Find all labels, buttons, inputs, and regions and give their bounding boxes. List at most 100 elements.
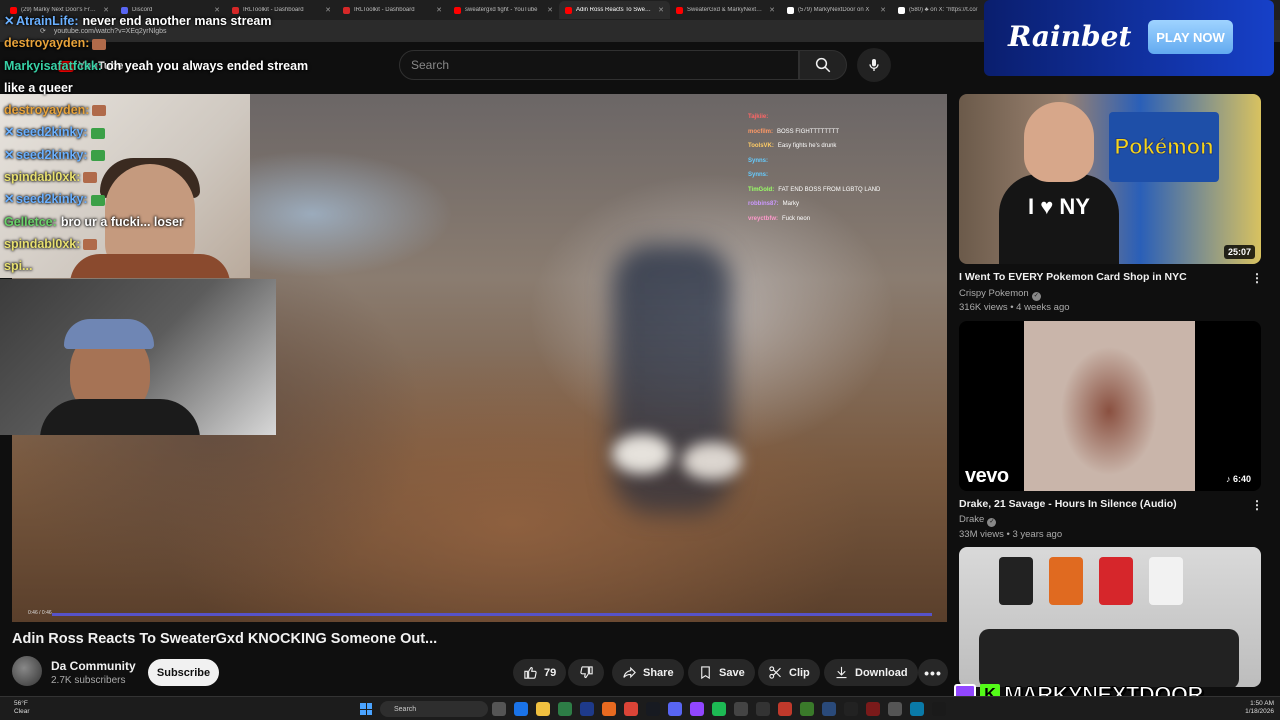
app-icon[interactable] [822,702,836,716]
chrome-icon[interactable] [624,702,638,716]
weather-widget[interactable]: 56°F Clear [14,700,30,716]
close-tab-icon[interactable]: ✕ [436,6,442,14]
obs-icon[interactable] [756,702,770,716]
chat-message: ✕ seed2kinky: [4,121,374,143]
taskbar-search[interactable]: Search [380,701,488,717]
more-actions-button[interactable]: ••• [918,659,948,686]
video-chat-username: Synns: [748,172,769,178]
taskbar-app-icons [492,702,946,716]
app-icon[interactable] [734,702,748,716]
share-button[interactable]: Share [612,659,684,686]
chat-text: like a queer [4,80,73,95]
browser-tab[interactable]: sweatergxd fight - YouTube ✕ [448,1,559,19]
play-now-button[interactable]: PLAY NOW [1148,20,1233,54]
subscribe-button[interactable]: Subscribe [148,659,219,686]
edge-icon[interactable] [514,702,528,716]
app-icon[interactable] [580,702,594,716]
download-button[interactable]: Download [824,659,918,686]
recommended-title[interactable]: Drake, 21 Savage - Hours In Silence (Aud… [959,498,1239,510]
dislike-button[interactable] [568,659,604,686]
thumbs-up-icon [524,666,537,679]
recommended-thumbnail[interactable] [959,547,1261,687]
chat-text: never end another mans stream [82,14,272,28]
chat-username: spindabl0xk: [4,236,81,251]
share-label: Share [643,666,674,679]
screen: (29) Marky Next Door's Fresh Pla✕Discord… [0,0,1280,720]
browser-tab[interactable]: Adin Ross Reacts To SweaterGxd ✕ [559,1,670,19]
app-icon[interactable] [602,702,616,716]
chat-message: destroyayden: [4,32,374,54]
stream-chat-overlay: ✕ AtrainLife: never end another mans strea… [4,10,374,278]
channel-avatar[interactable] [12,656,42,686]
like-button[interactable]: 79 [513,659,567,686]
verified-icon: ✓ [987,518,997,527]
chat-message: ✕ seed2kinky: [4,188,374,210]
video-chat-username: vreyctbfw: [748,215,779,222]
like-count: 79 [544,666,557,679]
webcam-person-cap [64,319,154,349]
video-progress-bar[interactable]: 0:46 / 0:46 [12,610,947,618]
app-icon[interactable] [910,702,924,716]
thumbnail-person [1024,102,1094,182]
voice-search-button[interactable] [857,48,891,82]
more-vertical-icon[interactable]: ⋮ [1251,271,1263,285]
recommended-thumbnail[interactable]: Pokémon I ♥ NY 25:07 [959,94,1261,264]
app-icon[interactable] [844,702,858,716]
video-duration: 25:07 [1223,245,1255,259]
taskbar-search-label: Search [394,705,417,713]
chat-message: spindabl0xk: [4,166,374,188]
channel-name[interactable]: Da Community [51,659,136,673]
thumbnail-jersey [999,557,1033,605]
recommended-thumbnail[interactable]: vevo ♪ 6:40 [959,321,1261,491]
app-icon[interactable] [778,702,792,716]
browser-tab[interactable]: (579) MarkyNextDoor on X ✕ [781,1,892,19]
search-input[interactable]: Search [399,50,799,80]
app-icon[interactable] [866,702,880,716]
more-vertical-icon[interactable]: ⋮ [1251,498,1263,512]
windows-start-icon[interactable] [360,703,372,715]
recommended-channel[interactable]: Drake ✓ [959,514,997,527]
close-tab-icon[interactable]: ✕ [658,6,664,14]
recommended-channel[interactable]: Crispy Pokemon ✓ [959,288,1041,301]
video-chat-text: Easy fights he's drunk [777,143,837,149]
app-icon[interactable] [800,702,814,716]
thumbnail-shop-sign-text: Pokémon [1114,134,1214,160]
save-button[interactable]: Save [688,659,755,686]
file-explorer-icon[interactable] [536,702,550,716]
video-chat-message: robbins87: Marky [748,197,947,212]
close-tab-icon[interactable]: ✕ [769,6,775,14]
thumbnail-vevo-logo: vevo [965,465,1009,487]
spotify-icon[interactable] [712,702,726,716]
video-chat-message: Synns: [748,154,947,169]
thumbnail-jersey [1049,557,1083,605]
discord-icon[interactable] [668,702,682,716]
video-chat-text: BOSS FIGHTTTTTTTT [777,128,840,135]
video-frame-shoe [612,434,672,474]
chat-text: bro ur a fucki... loser [60,214,184,229]
download-icon [836,666,847,679]
progress-track[interactable] [52,613,932,616]
chat-message: Markyisafatfckk: oh yeah you always ended… [4,55,374,77]
more-horizontal-icon: ••• [924,664,942,681]
close-tab-icon[interactable]: ✕ [547,6,553,14]
chat-username: seed2kinky: [16,125,88,140]
rainbet-ad-banner[interactable]: Rainbet PLAY NOW [984,0,1274,76]
recommended-title[interactable]: I Went To EVERY Pokemon Card Shop in NYC [959,271,1239,283]
app-icon[interactable] [932,702,946,716]
chat-username: seed2kinky: [16,147,88,162]
close-tab-icon[interactable]: ✕ [880,6,886,14]
chat-username: Markyisafatfckk: [4,58,102,73]
player-time: 0:46 / 0:46 [28,610,52,616]
twitch-app-icon[interactable] [690,702,704,716]
taskbar-clock[interactable]: 1:50 AM 1/18/2026 [1240,700,1274,716]
clip-button[interactable]: Clip [758,659,820,686]
video-chat-message: TimGold: FAT END BOSS FROM LGBTQ LAND [748,183,947,198]
store-icon[interactable] [558,702,572,716]
steam-icon[interactable] [646,702,660,716]
app-icon[interactable] [888,702,902,716]
browser-tab[interactable]: SweaterGxd & MarkyNextDoor ✕ [670,1,781,19]
search-button[interactable] [799,50,847,80]
search-placeholder: Search [411,58,450,72]
chat-emote-icon [90,149,105,161]
task-view-icon[interactable] [492,702,506,716]
